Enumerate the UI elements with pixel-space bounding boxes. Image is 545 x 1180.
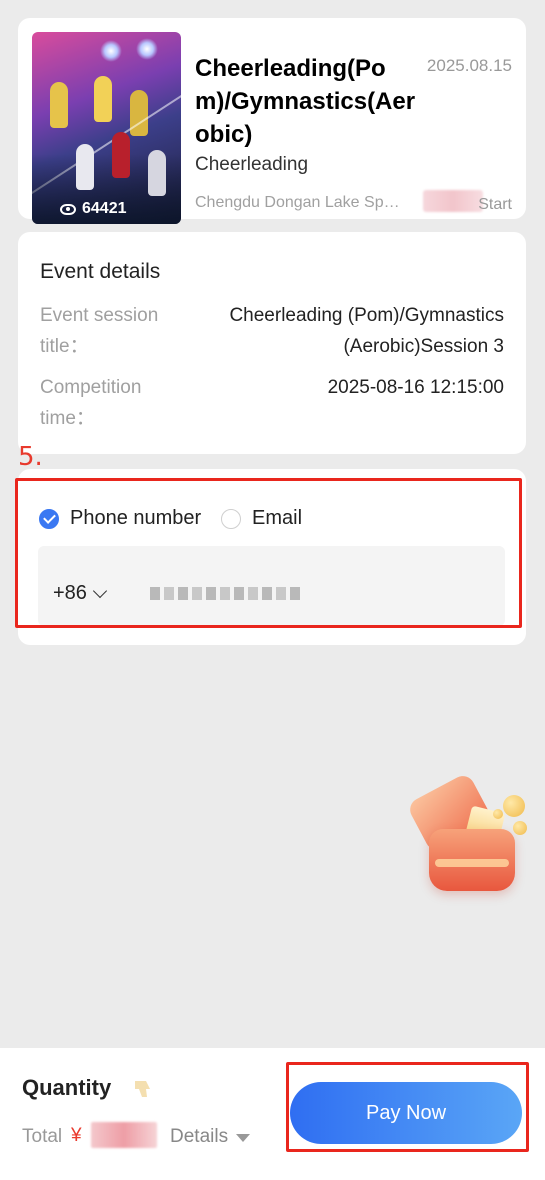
details-label: Details — [170, 1126, 229, 1147]
gift-box-icon[interactable] — [405, 771, 535, 905]
caret-down-icon — [236, 1134, 251, 1142]
annotation-step-label: 5. — [18, 442, 43, 472]
annotation-box-contact — [15, 478, 522, 628]
eye-icon — [60, 203, 76, 215]
event-date: 2025.08.15 — [426, 56, 512, 75]
quantity-label: Quantity — [22, 1075, 112, 1100]
event-card[interactable]: 64421 Cheerleading(Pom)/Gymnastics(Aerob… — [18, 18, 526, 224]
view-count-value: 64421 — [82, 200, 127, 217]
event-title: Cheerleading(Pom)/Gymnastics(Aerobic) — [195, 55, 416, 148]
currency-symbol: ¥ — [71, 1125, 82, 1146]
competition-time-label: Competition time： — [40, 377, 142, 429]
redacted-start-time — [423, 190, 483, 212]
event-details-heading: Event details — [40, 260, 161, 283]
event-thumbnail: 64421 — [32, 32, 181, 224]
session-title-value: Cheerleading (Pom)/Gymnastics (Aerobic)S… — [229, 305, 504, 357]
view-count: 64421 — [60, 200, 127, 218]
annotation-box-pay — [286, 1062, 529, 1152]
session-title-label: Event session title： — [40, 305, 159, 357]
event-details-card: Event details Event session title： Cheer… — [18, 232, 526, 454]
redacted-total-price — [91, 1122, 157, 1148]
details-toggle[interactable]: Details — [170, 1126, 251, 1148]
total-label: Total — [22, 1126, 63, 1147]
thumbs-down-icon — [135, 1081, 150, 1097]
event-start-label: Start — [478, 196, 512, 213]
event-venue: Chengdu Dongan Lake Sp… — [195, 194, 400, 211]
competition-time-value: 2025-08-16 12:15:00 — [327, 377, 504, 398]
event-sport: Cheerleading — [195, 154, 309, 175]
